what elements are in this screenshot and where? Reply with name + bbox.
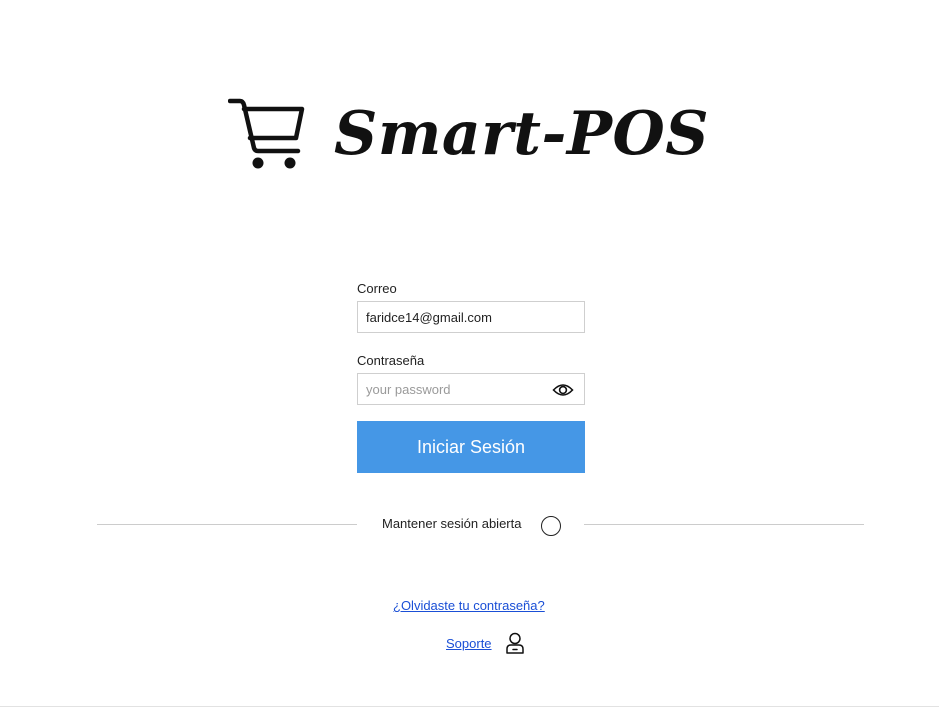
login-page: Smart-POS Correo Contraseña Iniciar Sesi… — [0, 0, 939, 708]
keep-session-label: Mantener sesión abierta — [382, 516, 522, 531]
forgot-password-link[interactable]: ¿Olvidaste tu contraseña? — [393, 598, 545, 613]
support-row: Soporte — [446, 632, 525, 654]
eye-icon[interactable] — [552, 382, 574, 398]
brand-header: Smart-POS — [228, 96, 709, 172]
user-support-icon[interactable] — [505, 632, 525, 654]
login-form: Correo Contraseña Iniciar Sesión — [357, 281, 585, 473]
shopping-cart-icon — [228, 98, 305, 169]
email-label: Correo — [357, 281, 397, 296]
keep-session-row: Mantener sesión abierta — [0, 512, 939, 538]
divider-right — [584, 524, 864, 525]
app-title: Smart-POS — [334, 99, 710, 169]
password-field-box — [357, 373, 585, 405]
divider-left — [97, 524, 357, 525]
email-field[interactable] — [358, 302, 584, 332]
email-field-box — [357, 301, 585, 333]
support-link[interactable]: Soporte — [446, 636, 492, 651]
password-field[interactable] — [358, 374, 584, 404]
keep-session-radio[interactable] — [541, 516, 561, 536]
bottom-divider — [0, 706, 939, 707]
password-label: Contraseña — [357, 353, 425, 368]
login-button[interactable]: Iniciar Sesión — [357, 421, 585, 473]
